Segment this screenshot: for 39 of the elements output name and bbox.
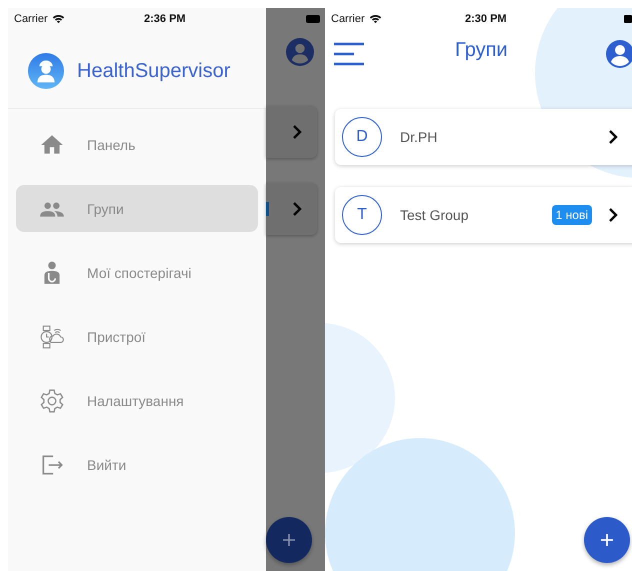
plus-icon [600,533,614,547]
chevron-right-icon [608,207,618,223]
badge-edge [266,202,269,216]
settings-icon [39,388,65,414]
chevron-right-icon [292,201,302,217]
chevron-right-icon [608,129,618,145]
carrier-label: Carrier [331,13,365,25]
add-button[interactable] [584,517,630,563]
add-button[interactable] [266,517,312,563]
plus-icon [282,533,296,547]
battery-icon [624,15,632,23]
carrier-label: Carrier [14,13,48,25]
profile-icon[interactable] [606,40,632,68]
status-time: 2:30 PM [465,13,507,25]
wifi-icon [368,14,382,24]
group-name: Dr.PH [400,129,438,145]
menu-item[interactable]: Вийти [16,441,258,488]
profile-icon[interactable] [286,38,314,66]
doctor-logo-icon [27,52,65,90]
menu-item[interactable]: Мої спостерігачі [16,249,258,296]
group-card[interactable] [266,183,317,235]
group-name: Test Group [400,207,470,223]
menu-item[interactable]: Пристрої [16,313,258,360]
menu-item[interactable]: Групи [16,185,258,232]
battery-icon [306,15,320,23]
group-avatar: T [342,195,382,235]
screen-title: Групи [455,39,508,62]
new-count-badge: 1 нові [552,205,592,225]
menu-icon[interactable] [333,42,365,66]
watch-cloud-icon [39,324,65,350]
group-avatar: D [342,117,382,157]
group-card[interactable]: D Dr.PH [335,109,632,165]
menu-item[interactable]: Налаштування [16,377,258,424]
chevron-right-icon [292,124,302,140]
menu-item[interactable]: Панель [16,121,258,168]
status-time: 2:36 PM [144,13,186,25]
group-card[interactable]: T Test Group 1 нові [335,187,632,243]
wifi-icon [52,14,65,24]
app-name: HealthSupervisor [77,60,230,82]
